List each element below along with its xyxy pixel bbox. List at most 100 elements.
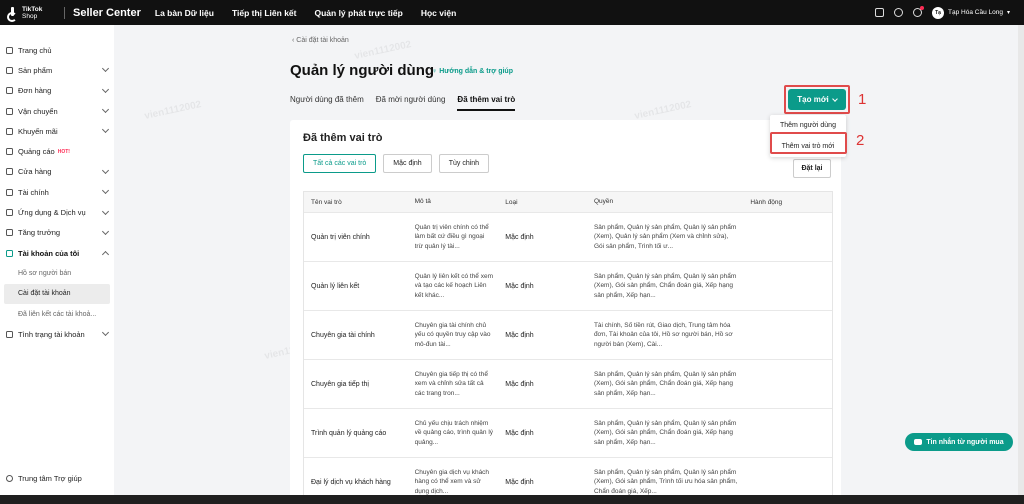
sidebar-item-label: Đơn hàng <box>18 86 52 96</box>
help-guide-link[interactable]: ♀ Hướng dẫn & trợ giúp <box>432 68 513 75</box>
role-name: Đại lý dịch vụ khách hàng <box>311 478 391 486</box>
support-icon[interactable] <box>894 8 904 17</box>
status-icon <box>6 330 13 338</box>
phone-icon[interactable] <box>875 8 885 17</box>
chevron-down-icon <box>101 65 110 73</box>
bell-icon[interactable] <box>913 6 925 17</box>
role-permissions-cell: Sản phẩm, Quản lý sản phẩm, Quản lý sản … <box>587 272 743 301</box>
nav-data-compass[interactable]: La bàn Dữ liệu <box>155 8 214 18</box>
breadcrumb[interactable]: ‹ Cài đặt tài khoản <box>292 37 349 44</box>
buyer-messages-button[interactable]: Tin nhắn từ người mua <box>905 433 1013 451</box>
sidebar-subitem-account-settings[interactable]: Cài đặt tài khoản <box>4 283 110 304</box>
table-row[interactable]: Quản trị viên chính Quản trị viên chính … <box>304 212 832 261</box>
role-type: Mặc định <box>505 282 534 290</box>
help-link-label: Hướng dẫn & trợ giúp <box>439 68 513 75</box>
sidebar-subitem-seller-profile[interactable]: Hồ sơ người bán <box>0 263 114 283</box>
chevron-down-icon: ▾ <box>1006 10 1010 16</box>
filter-all-roles[interactable]: Tất cả các vai trò <box>303 154 377 173</box>
sidebar-item-products[interactable]: Sản phẩm <box>0 60 114 80</box>
role-description-cell: Quản lý liên kết có thể xem và tạo các k… <box>408 272 499 301</box>
filter-default[interactable]: Mặc định <box>383 154 432 173</box>
role-permissions: Sản phẩm, Quản lý sản phẩm, Quản lý sản … <box>593 468 738 495</box>
roles-card: Đã thêm vai trò Tất cả các vai trò Mặc đ… <box>290 120 841 504</box>
tab-added-users[interactable]: Người dùng đã thêm <box>290 95 364 111</box>
sidebar-item-orders[interactable]: Đơn hàng <box>0 81 114 101</box>
sidebar-item-home[interactable]: Trang chủ <box>0 40 114 60</box>
sidebar-item-growth[interactable]: Tăng trưởng <box>0 223 114 243</box>
tiktok-shop-logo[interactable]: TikTok Shop <box>0 6 56 22</box>
os-taskbar <box>0 495 1024 504</box>
role-description: Quản lý liên kết có thể xem và tạo các k… <box>414 272 494 299</box>
sidebar-item-ads[interactable]: Quảng cáo HOT! <box>0 141 114 161</box>
sidebar-item-store[interactable]: Cửa hàng <box>0 162 114 182</box>
sidebar-item-label: Tăng trưởng <box>18 228 61 238</box>
nav-affiliate[interactable]: Tiếp thị Liên kết <box>232 8 297 18</box>
role-permissions: Sản phẩm, Quản lý sản phẩm, Quản lý sản … <box>593 223 737 250</box>
main-content: vien1112002 vien1112002 vien1112002 vien… <box>114 25 1024 504</box>
role-name: Chuyên gia tài chính <box>311 331 375 339</box>
wallet-icon <box>6 188 13 196</box>
sidebar-item-account-status[interactable]: Tình trạng tài khoản <box>0 324 114 344</box>
role-type: Mặc định <box>505 331 534 339</box>
sidebar-item-label: Tài khoản của tôi <box>18 248 80 258</box>
table-row[interactable]: Chuyên gia tiếp thị Chuyên gia tiếp thị … <box>304 359 832 408</box>
chevron-down-icon <box>101 105 110 114</box>
role-description: Chuyên gia dịch vụ khách hàng có thể xem… <box>414 468 490 495</box>
tabs: Người dùng đã thêm Đã mời người dùng Đã … <box>290 95 516 111</box>
role-type: Mặc định <box>505 429 534 437</box>
nav-academy[interactable]: Học viện <box>421 8 456 18</box>
sidebar-subitem-linked-accounts[interactable]: Đã liên kết các tài khoả... <box>0 304 114 324</box>
tag-icon <box>6 127 13 135</box>
user-menu[interactable]: Tạ Tạp Hóa Cầu Long ▾ <box>932 6 1010 19</box>
logo-line2: Shop <box>22 12 38 20</box>
sidebar-item-label: Tài chính <box>18 187 49 197</box>
chevron-down-icon <box>101 187 110 195</box>
megaphone-icon <box>6 148 13 156</box>
table-row[interactable]: Trình quản lý quảng cáo Chủ yếu chịu trá… <box>304 408 832 457</box>
role-permissions-cell: Sản phẩm, Quản lý sản phẩm, Quản lý sản … <box>587 223 743 252</box>
role-description: Chủ yếu chịu trách nhiệm về quảng cáo, t… <box>414 419 494 446</box>
help-center-link[interactable]: Trung tâm Trợ giúp <box>6 474 82 483</box>
section-title: Đã thêm vai trò <box>303 132 383 144</box>
role-filters: Tất cả các vai trò Mặc định Tùy chỉnh <box>303 154 490 173</box>
role-description: Chuyên gia tiếp thị có thể xem và chỉnh … <box>414 370 488 397</box>
table-row[interactable]: Quản lý liên kết Quản lý liên kết có thể… <box>304 261 832 310</box>
sidebar-item-label: Tình trạng tài khoản <box>18 329 85 339</box>
chevron-up-icon <box>101 251 110 259</box>
store-icon <box>6 168 13 176</box>
watermark: vien1112002 <box>633 99 693 122</box>
role-name: Chuyên gia tiếp thị <box>311 380 369 388</box>
top-bar: TikTok Shop Seller Center La bàn Dữ liệu… <box>0 0 1024 25</box>
highlight-box-add-role <box>770 132 847 154</box>
help-center-label: Trung tâm Trợ giúp <box>18 474 82 483</box>
role-type: Mặc định <box>505 380 534 388</box>
tab-added-roles[interactable]: Đã thêm vai trò <box>457 95 516 111</box>
table-row[interactable]: Chuyên gia tài chính Chuyên gia tài chín… <box>304 310 832 359</box>
sidebar-item-my-account[interactable]: Tài khoản của tôi <box>0 243 114 263</box>
sidebar-item-promotions[interactable]: Khuyến mãi <box>0 121 114 141</box>
reset-button[interactable]: Đặt lại <box>793 159 831 178</box>
role-permissions: Sản phẩm, Quản lý sản phẩm, Quản lý sản … <box>593 419 737 446</box>
tiktok-icon <box>6 6 19 22</box>
annotation-number-2: 2 <box>856 132 865 149</box>
filter-custom[interactable]: Tùy chỉnh <box>438 154 490 173</box>
truck-icon <box>6 107 13 115</box>
sidebar-item-finance[interactable]: Tài chính <box>0 182 114 202</box>
page-scrollbar[interactable] <box>1018 25 1024 495</box>
topbar-divider <box>64 6 65 19</box>
sidebar-item-shipping[interactable]: Vận chuyển <box>0 101 114 121</box>
role-description: Chuyên gia tài chính chủ yếu có quyền tr… <box>414 321 491 348</box>
sidebar: Trang chủ Sản phẩm Đơn hàng Vận chuyển K… <box>0 25 114 495</box>
growth-icon <box>6 229 13 237</box>
sidebar-item-label: Vận chuyển <box>18 106 58 116</box>
sidebar-item-apps[interactable]: Ứng dụng & Dịch vụ <box>0 202 114 222</box>
role-name: Quản lý liên kết <box>311 282 360 290</box>
role-description-cell: Chuyên gia tiếp thị có thể xem và chỉnh … <box>408 370 499 399</box>
column-header-actions: Hành động <box>750 198 783 206</box>
app-title: Seller Center <box>73 6 141 19</box>
tab-invited-users[interactable]: Đã mời người dùng <box>376 95 446 111</box>
sidebar-item-label: Khuyến mãi <box>18 126 58 136</box>
role-name: Trình quản lý quảng cáo <box>311 429 387 437</box>
nav-live-manager[interactable]: Quản lý phát trực tiếp <box>314 8 402 18</box>
role-permissions-cell: Sản phẩm, Quản lý sản phẩm, Quản lý sản … <box>587 419 743 448</box>
